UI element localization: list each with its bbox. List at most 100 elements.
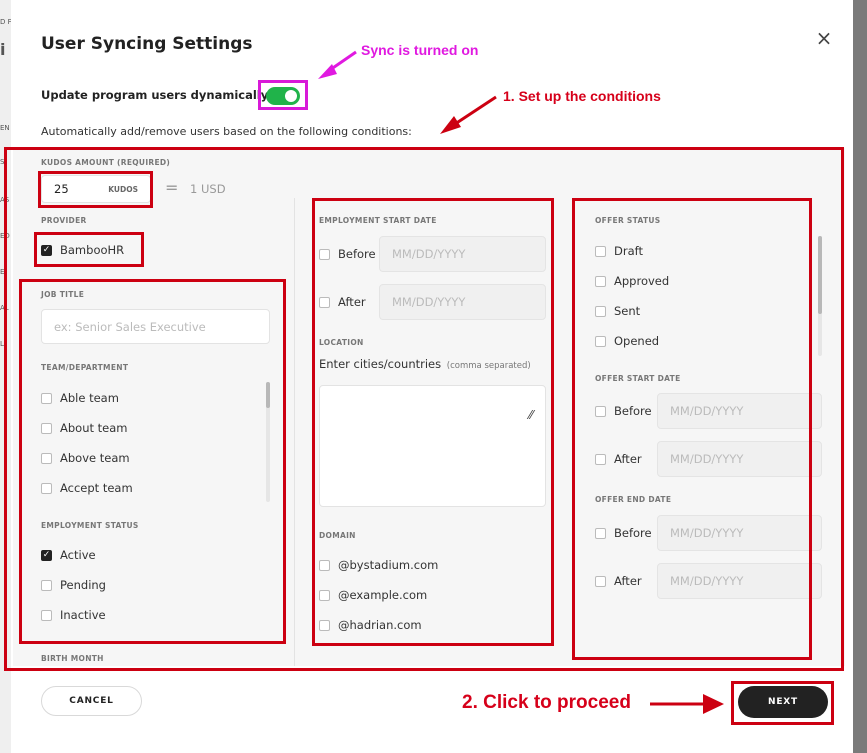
column-divider xyxy=(294,198,295,666)
offer-start-before-checkbox[interactable]: Before xyxy=(595,403,652,419)
kudos-amount-value: 25 xyxy=(54,182,69,196)
status-option-active[interactable]: ✓ Active xyxy=(41,547,96,563)
offer-end-after-checkbox[interactable]: After xyxy=(595,573,642,589)
offer-end-before-input[interactable]: MM/DD/YYYY xyxy=(657,515,822,551)
team-option-able[interactable]: Able team xyxy=(41,390,119,406)
status-option-label: Active xyxy=(60,548,96,562)
domain-option-label: @hadrian.com xyxy=(338,618,422,632)
domain-option-hadrian[interactable]: @hadrian.com xyxy=(319,617,422,633)
job-title-label: JOB TITLE xyxy=(41,290,85,299)
after-label: After xyxy=(338,295,366,309)
next-button[interactable]: NEXT xyxy=(738,686,828,718)
checkbox-icon xyxy=(319,559,330,571)
location-textarea[interactable]: ⁄⁄ xyxy=(319,385,546,507)
domain-option-example[interactable]: @example.com xyxy=(319,587,427,603)
status-option-label: Pending xyxy=(60,578,106,592)
provider-option-label: BambooHR xyxy=(60,243,125,257)
offer-end-date-label: OFFER END DATE xyxy=(595,495,672,504)
conditions-panel: KUDOS AMOUNT (REQUIRED) 25 KUDOS = 1 USD… xyxy=(13,148,845,666)
cancel-button[interactable]: CANCEL xyxy=(41,686,142,716)
sync-toggle[interactable] xyxy=(266,87,300,105)
before-label: Before xyxy=(614,526,652,540)
offer-start-before-input[interactable]: MM/DD/YYYY xyxy=(657,393,822,429)
domain-label: DOMAIN xyxy=(319,531,356,540)
checkbox-icon xyxy=(595,305,606,317)
offer-status-opened[interactable]: Opened xyxy=(595,333,659,349)
team-option-accept[interactable]: Accept team xyxy=(41,480,133,496)
checkbox-icon xyxy=(595,453,606,465)
start-date-after-checkbox[interactable]: After xyxy=(319,294,366,310)
employment-status-label: EMPLOYMENT STATUS xyxy=(41,521,139,530)
location-label: LOCATION xyxy=(319,338,364,347)
checkbox-icon xyxy=(595,405,606,417)
job-title-placeholder: ex: Senior Sales Executive xyxy=(54,319,206,334)
date-placeholder: MM/DD/YYYY xyxy=(392,247,466,261)
kudos-unit: KUDOS xyxy=(108,184,138,194)
domain-option-bystadium[interactable]: @bystadium.com xyxy=(319,557,438,573)
date-placeholder: MM/DD/YYYY xyxy=(392,295,466,309)
team-option-label: Able team xyxy=(60,391,119,405)
provider-bamboohr-checkbox[interactable]: ✓ BambooHR xyxy=(41,242,124,258)
checkbox-icon xyxy=(595,335,606,347)
date-placeholder: MM/DD/YYYY xyxy=(670,404,744,418)
checkbox-icon xyxy=(595,527,606,539)
kudos-amount-input[interactable]: 25 KUDOS xyxy=(41,175,151,203)
provider-label: PROVIDER xyxy=(41,216,87,225)
team-department-label: TEAM/DEPARTMENT xyxy=(41,363,129,372)
sync-toggle-label: Update program users dynamically xyxy=(41,88,269,102)
checkbox-icon xyxy=(41,579,52,591)
checkbox-icon xyxy=(41,482,52,494)
scroll-thumb[interactable] xyxy=(266,382,270,408)
status-option-pending[interactable]: Pending xyxy=(41,577,106,593)
status-option-inactive[interactable]: Inactive xyxy=(41,607,106,623)
sync-toggle-highlight xyxy=(258,80,308,110)
close-icon[interactable]: × xyxy=(813,28,835,50)
start-date-after-input[interactable]: MM/DD/YYYY xyxy=(379,284,546,320)
checkbox-icon xyxy=(319,619,330,631)
after-label: After xyxy=(614,452,642,466)
checkbox-icon xyxy=(595,275,606,287)
dialog-title: User Syncing Settings xyxy=(41,34,253,54)
offer-start-after-checkbox[interactable]: After xyxy=(595,451,642,467)
scroll-thumb[interactable] xyxy=(818,236,822,314)
team-option-about[interactable]: About team xyxy=(41,420,128,436)
offer-status-sent[interactable]: Sent xyxy=(595,303,640,319)
kudos-amount-label: KUDOS AMOUNT (REQUIRED) xyxy=(41,158,171,167)
check-icon: ✓ xyxy=(41,244,52,256)
offer-start-after-input[interactable]: MM/DD/YYYY xyxy=(657,441,822,477)
resize-icon: ⁄⁄ xyxy=(528,408,533,422)
birth-month-label: BIRTH MONTH xyxy=(41,654,104,663)
user-syncing-dialog: User Syncing Settings × Update program u… xyxy=(11,0,853,753)
team-option-above[interactable]: Above team xyxy=(41,450,130,466)
offer-status-option-label: Draft xyxy=(614,244,643,258)
offer-status-approved[interactable]: Approved xyxy=(595,273,669,289)
checkbox-icon xyxy=(595,575,606,587)
equals-sign: = xyxy=(165,178,179,197)
domain-option-label: @bystadium.com xyxy=(338,558,439,572)
date-placeholder: MM/DD/YYYY xyxy=(670,526,744,540)
employment-start-date-label: EMPLOYMENT START DATE xyxy=(319,216,437,225)
status-option-label: Inactive xyxy=(60,608,106,622)
checkbox-icon xyxy=(595,245,606,257)
job-title-input[interactable]: ex: Senior Sales Executive xyxy=(41,309,270,344)
before-label: Before xyxy=(338,247,376,261)
offer-status-scrollbar[interactable] xyxy=(818,236,822,356)
location-hint: (comma separated) xyxy=(446,361,531,371)
domain-option-label: @example.com xyxy=(338,588,428,602)
start-date-before-checkbox[interactable]: Before xyxy=(319,246,376,262)
team-list-scrollbar[interactable] xyxy=(266,382,270,502)
checkbox-icon xyxy=(41,392,52,404)
offer-status-option-label: Approved xyxy=(614,274,670,288)
offer-status-draft[interactable]: Draft xyxy=(595,243,643,259)
checkbox-icon xyxy=(319,296,330,308)
checkbox-icon xyxy=(41,609,52,621)
proceed-annotation: 2. Click to proceed xyxy=(462,692,631,713)
offer-end-after-input[interactable]: MM/DD/YYYY xyxy=(657,563,822,599)
offer-end-before-checkbox[interactable]: Before xyxy=(595,525,652,541)
start-date-before-input[interactable]: MM/DD/YYYY xyxy=(379,236,546,272)
offer-status-option-label: Opened xyxy=(614,334,660,348)
offer-status-label: OFFER STATUS xyxy=(595,216,661,225)
date-placeholder: MM/DD/YYYY xyxy=(670,452,744,466)
conditions-description: Automatically add/remove users based on … xyxy=(41,125,412,138)
sync-annotation: Sync is turned on xyxy=(361,42,479,58)
